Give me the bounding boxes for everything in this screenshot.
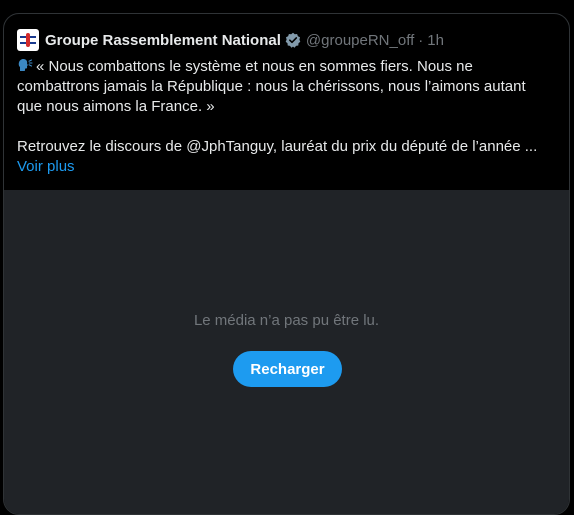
speaking-head-icon (17, 57, 33, 73)
tweet-paragraph-2: Retrouvez le discours de @JphTanguy, lau… (17, 138, 538, 155)
author-avatar[interactable] (17, 29, 39, 51)
media-container: Le média n’a pas pu être lu. Recharger (4, 190, 569, 514)
see-more-row: Voir plus (17, 157, 552, 177)
media-error-message: Le média n’a pas pu être lu. (193, 312, 380, 329)
tweet-card[interactable]: Groupe Rassemblement National @groupeRN_… (3, 13, 570, 515)
tweet-text: « Nous combattons le système et nous en … (17, 57, 552, 177)
author-handle[interactable]: @groupeRN_off (306, 32, 414, 49)
author-name[interactable]: Groupe Rassemblement National (45, 32, 281, 49)
verified-badge-icon (285, 32, 301, 48)
reload-button[interactable]: Recharger (233, 351, 342, 387)
tweet-time[interactable]: 1h (427, 32, 444, 49)
tweet-quote-text: « Nous combattons le système et nous en … (17, 58, 526, 115)
tweet-paragraph-1: « Nous combattons le système et nous en … (17, 57, 552, 117)
logo-flame (26, 33, 30, 47)
tweet-header: Groupe Rassemblement National @groupeRN_… (17, 28, 444, 52)
separator-dot: · (418, 31, 424, 49)
see-more-link[interactable]: Voir plus (17, 158, 75, 175)
